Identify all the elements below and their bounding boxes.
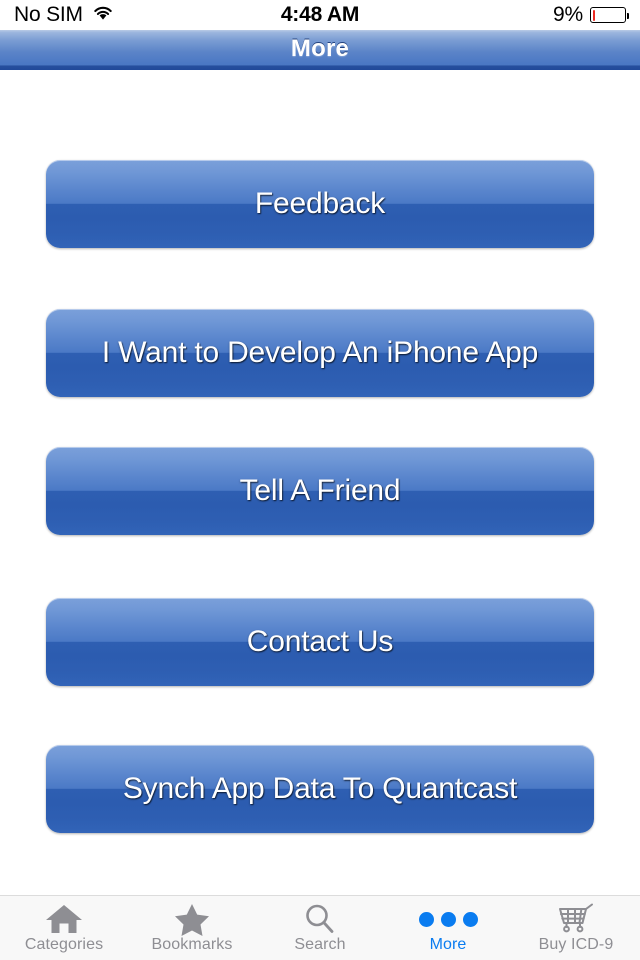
tab-bar: Categories Bookmarks Search More Buy ICD… [0, 895, 640, 960]
tab-bookmarks-label: Bookmarks [151, 936, 233, 953]
battery-percent-label: 9% [553, 3, 583, 26]
tab-search-label: Search [294, 936, 346, 953]
status-bar: No SIM 4:48 AM 9% [0, 0, 640, 30]
tell-a-friend-button[interactable]: Tell A Friend [46, 447, 594, 535]
navigation-bar: More [0, 30, 640, 70]
contact-us-button[interactable]: Contact Us [46, 598, 594, 686]
status-bar-left: No SIM [14, 3, 114, 27]
clock-label: 4:48 AM [280, 3, 360, 26]
tab-buy-icd9[interactable]: Buy ICD-9 [512, 896, 640, 960]
tab-bookmarks[interactable]: Bookmarks [128, 896, 256, 960]
synch-app-data-button-label: Synch App Data To Quantcast [122, 772, 518, 805]
develop-iphone-app-button-label: I Want to Develop An iPhone App [101, 336, 539, 369]
home-icon [44, 901, 84, 937]
wifi-icon [92, 5, 114, 26]
tab-buy-icd9-label: Buy ICD-9 [538, 936, 614, 953]
status-bar-right: 9% [553, 3, 629, 27]
tab-search[interactable]: Search [256, 896, 384, 960]
develop-iphone-app-button[interactable]: I Want to Develop An iPhone App [46, 309, 594, 397]
star-icon [173, 901, 211, 937]
tab-more[interactable]: More [384, 896, 512, 960]
search-icon [302, 901, 338, 937]
tab-more-label: More [429, 936, 467, 953]
tab-categories[interactable]: Categories [0, 896, 128, 960]
page-title: More [290, 35, 350, 62]
tab-categories-label: Categories [24, 936, 104, 953]
ellipsis-icon [418, 901, 478, 937]
synch-app-data-button[interactable]: Synch App Data To Quantcast [46, 745, 594, 833]
feedback-button-label: Feedback [254, 187, 386, 220]
app-screen: No SIM 4:48 AM 9% More Feedback I Want t… [0, 0, 640, 960]
contact-us-button-label: Contact Us [246, 625, 394, 658]
tell-a-friend-button-label: Tell A Friend [239, 474, 401, 507]
carrier-label: No SIM [14, 3, 83, 26]
cart-icon [555, 901, 597, 937]
feedback-button[interactable]: Feedback [46, 160, 594, 248]
battery-icon [590, 7, 629, 23]
main-content: Feedback I Want to Develop An iPhone App… [0, 70, 640, 895]
